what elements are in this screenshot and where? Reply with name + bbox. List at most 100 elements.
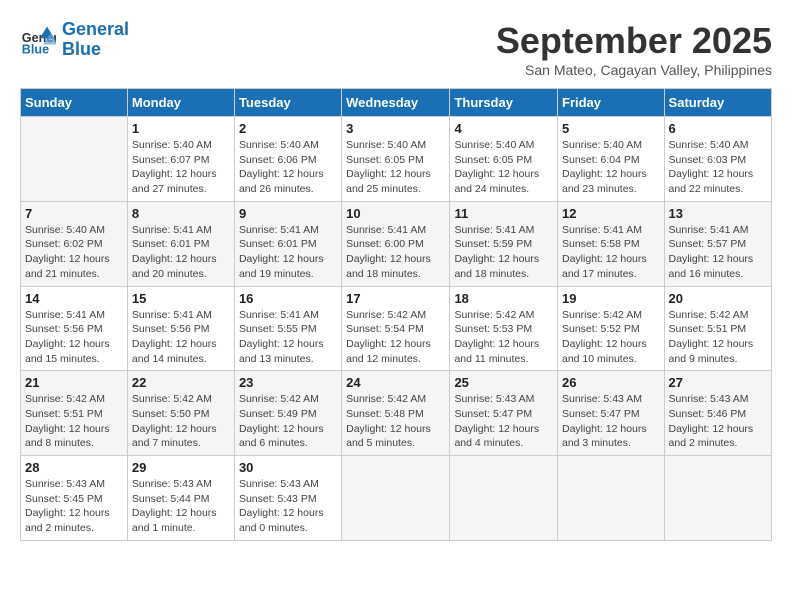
logo-line1: General: [62, 19, 129, 39]
calendar-week-5: 28 Sunrise: 5:43 AM Sunset: 5:45 PM Dayli…: [21, 456, 772, 541]
day-info: Sunrise: 5:41 AM Sunset: 6:01 PM Dayligh…: [239, 223, 337, 282]
calendar-week-2: 7 Sunrise: 5:40 AM Sunset: 6:02 PM Daylig…: [21, 201, 772, 286]
day-number: 25: [454, 375, 553, 390]
day-info: Sunrise: 5:41 AM Sunset: 6:00 PM Dayligh…: [346, 223, 445, 282]
day-number: 10: [346, 206, 445, 221]
calendar-cell: 23 Sunrise: 5:42 AM Sunset: 5:49 PM Dayli…: [234, 371, 341, 456]
day-info: Sunrise: 5:40 AM Sunset: 6:05 PM Dayligh…: [346, 138, 445, 197]
day-info: Sunrise: 5:40 AM Sunset: 6:06 PM Dayligh…: [239, 138, 337, 197]
day-number: 27: [669, 375, 767, 390]
calendar-cell: 26Sunrise: 5:43 AM Sunset: 5:47 PM Dayli…: [558, 371, 665, 456]
calendar-cell: 29 Sunrise: 5:43 AM Sunset: 5:44 PM Dayli…: [127, 456, 234, 541]
logo-icon: General Blue: [20, 22, 56, 58]
location-subtitle: San Mateo, Cagayan Valley, Philippines: [496, 62, 772, 78]
title-block: September 2025 San Mateo, Cagayan Valley…: [496, 20, 772, 78]
day-info: Sunrise: 5:43 AM Sunset: 5:43 PM Dayligh…: [239, 477, 337, 536]
logo: General Blue General Blue: [20, 20, 129, 60]
calendar-week-1: 1 Sunrise: 5:40 AM Sunset: 6:07 PM Daylig…: [21, 117, 772, 202]
calendar-cell: [558, 456, 665, 541]
day-number: 24: [346, 375, 445, 390]
day-info: Sunrise: 5:43 AM Sunset: 5:45 PM Dayligh…: [25, 477, 123, 536]
day-info: Sunrise: 5:40 AM Sunset: 6:05 PM Dayligh…: [454, 138, 553, 197]
day-info: Sunrise: 5:42 AM Sunset: 5:53 PM Dayligh…: [454, 308, 553, 367]
calendar-table: SundayMondayTuesdayWednesdayThursdayFrid…: [20, 88, 772, 541]
day-number: 26: [562, 375, 660, 390]
day-number: 1: [132, 121, 230, 136]
month-title: September 2025: [496, 20, 772, 62]
day-number: 17: [346, 291, 445, 306]
day-info: Sunrise: 5:41 AM Sunset: 5:58 PM Dayligh…: [562, 223, 660, 282]
calendar-cell: 3 Sunrise: 5:40 AM Sunset: 6:05 PM Daylig…: [342, 117, 450, 202]
day-number: 5: [562, 121, 660, 136]
day-info: Sunrise: 5:42 AM Sunset: 5:48 PM Dayligh…: [346, 392, 445, 451]
day-info: Sunrise: 5:42 AM Sunset: 5:49 PM Dayligh…: [239, 392, 337, 451]
day-number: 8: [132, 206, 230, 221]
day-number: 22: [132, 375, 230, 390]
weekday-header-sunday: Sunday: [21, 89, 128, 117]
page-header: General Blue General Blue September 2025…: [20, 20, 772, 78]
calendar-cell: 22 Sunrise: 5:42 AM Sunset: 5:50 PM Dayli…: [127, 371, 234, 456]
day-info: Sunrise: 5:42 AM Sunset: 5:50 PM Dayligh…: [132, 392, 230, 451]
day-info: Sunrise: 5:41 AM Sunset: 6:01 PM Dayligh…: [132, 223, 230, 282]
logo-line2: Blue: [62, 39, 101, 59]
calendar-cell: 7 Sunrise: 5:40 AM Sunset: 6:02 PM Daylig…: [21, 201, 128, 286]
calendar-week-3: 14 Sunrise: 5:41 AM Sunset: 5:56 PM Dayli…: [21, 286, 772, 371]
calendar-cell: 9 Sunrise: 5:41 AM Sunset: 6:01 PM Daylig…: [234, 201, 341, 286]
calendar-cell: 30 Sunrise: 5:43 AM Sunset: 5:43 PM Dayli…: [234, 456, 341, 541]
calendar-cell: 14Sunrise: 5:41 AM Sunset: 5:56 PM Dayli…: [21, 286, 128, 371]
weekday-header-tuesday: Tuesday: [234, 89, 341, 117]
calendar-cell: 5Sunrise: 5:40 AM Sunset: 6:04 PM Daylig…: [558, 117, 665, 202]
day-number: 14: [25, 291, 123, 306]
day-info: Sunrise: 5:42 AM Sunset: 5:52 PM Dayligh…: [562, 308, 660, 367]
calendar-cell: 16 Sunrise: 5:41 AM Sunset: 5:55 PM Dayli…: [234, 286, 341, 371]
day-info: Sunrise: 5:40 AM Sunset: 6:02 PM Dayligh…: [25, 223, 123, 282]
day-number: 6: [669, 121, 767, 136]
weekday-header-friday: Friday: [558, 89, 665, 117]
weekday-header-monday: Monday: [127, 89, 234, 117]
calendar-cell: 13Sunrise: 5:41 AM Sunset: 5:57 PM Dayli…: [664, 201, 771, 286]
calendar-cell: 19 Sunrise: 5:42 AM Sunset: 5:52 PM Dayli…: [558, 286, 665, 371]
day-info: Sunrise: 5:43 AM Sunset: 5:46 PM Dayligh…: [669, 392, 767, 451]
day-number: 13: [669, 206, 767, 221]
calendar-cell: [21, 117, 128, 202]
calendar-cell: 6 Sunrise: 5:40 AM Sunset: 6:03 PM Daylig…: [664, 117, 771, 202]
day-number: 3: [346, 121, 445, 136]
day-number: 19: [562, 291, 660, 306]
day-number: 9: [239, 206, 337, 221]
day-info: Sunrise: 5:43 AM Sunset: 5:44 PM Dayligh…: [132, 477, 230, 536]
calendar-cell: 27 Sunrise: 5:43 AM Sunset: 5:46 PM Dayli…: [664, 371, 771, 456]
day-info: Sunrise: 5:40 AM Sunset: 6:07 PM Dayligh…: [132, 138, 230, 197]
day-number: 30: [239, 460, 337, 475]
calendar-cell: 4Sunrise: 5:40 AM Sunset: 6:05 PM Daylig…: [450, 117, 558, 202]
day-number: 7: [25, 206, 123, 221]
day-number: 21: [25, 375, 123, 390]
calendar-cell: 8 Sunrise: 5:41 AM Sunset: 6:01 PM Daylig…: [127, 201, 234, 286]
calendar-cell: 15 Sunrise: 5:41 AM Sunset: 5:56 PM Dayli…: [127, 286, 234, 371]
day-info: Sunrise: 5:42 AM Sunset: 5:51 PM Dayligh…: [669, 308, 767, 367]
calendar-cell: 1 Sunrise: 5:40 AM Sunset: 6:07 PM Daylig…: [127, 117, 234, 202]
logo-text: General Blue: [62, 20, 129, 60]
weekday-header-thursday: Thursday: [450, 89, 558, 117]
day-info: Sunrise: 5:41 AM Sunset: 5:55 PM Dayligh…: [239, 308, 337, 367]
calendar-cell: 2 Sunrise: 5:40 AM Sunset: 6:06 PM Daylig…: [234, 117, 341, 202]
day-number: 20: [669, 291, 767, 306]
calendar-cell: 28 Sunrise: 5:43 AM Sunset: 5:45 PM Dayli…: [21, 456, 128, 541]
day-info: Sunrise: 5:41 AM Sunset: 5:59 PM Dayligh…: [454, 223, 553, 282]
day-number: 29: [132, 460, 230, 475]
calendar-cell: [664, 456, 771, 541]
weekday-header-saturday: Saturday: [664, 89, 771, 117]
day-number: 11: [454, 206, 553, 221]
day-info: Sunrise: 5:40 AM Sunset: 6:03 PM Dayligh…: [669, 138, 767, 197]
day-number: 16: [239, 291, 337, 306]
day-number: 28: [25, 460, 123, 475]
day-info: Sunrise: 5:42 AM Sunset: 5:51 PM Dayligh…: [25, 392, 123, 451]
day-number: 2: [239, 121, 337, 136]
day-info: Sunrise: 5:41 AM Sunset: 5:56 PM Dayligh…: [132, 308, 230, 367]
day-info: Sunrise: 5:42 AM Sunset: 5:54 PM Dayligh…: [346, 308, 445, 367]
calendar-cell: 18Sunrise: 5:42 AM Sunset: 5:53 PM Dayli…: [450, 286, 558, 371]
day-number: 23: [239, 375, 337, 390]
day-number: 15: [132, 291, 230, 306]
calendar-cell: 12Sunrise: 5:41 AM Sunset: 5:58 PM Dayli…: [558, 201, 665, 286]
calendar-cell: 17 Sunrise: 5:42 AM Sunset: 5:54 PM Dayli…: [342, 286, 450, 371]
calendar-cell: [450, 456, 558, 541]
